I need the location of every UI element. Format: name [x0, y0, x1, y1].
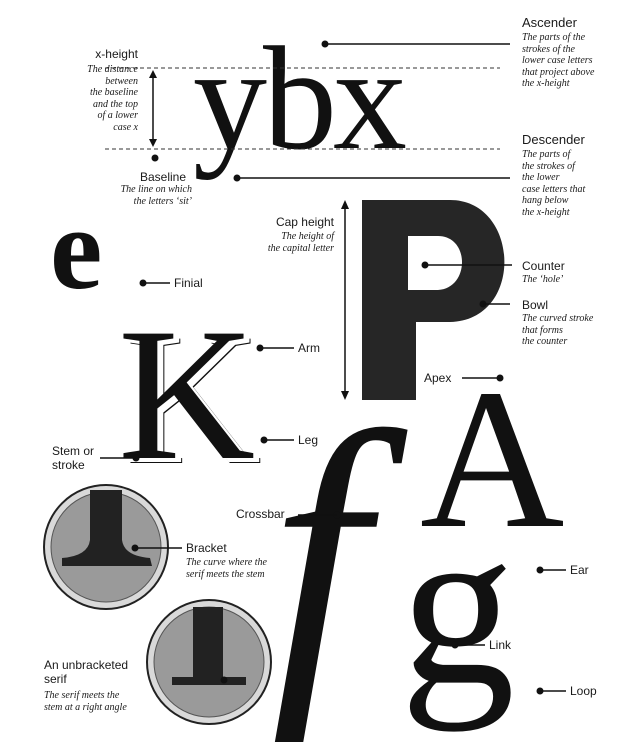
- finial-term: Finial: [174, 276, 203, 290]
- bracket-term: Bracket: [186, 541, 227, 555]
- baseline-desc: The line on which the letters ‘sit’: [120, 184, 192, 207]
- unbracketed-serif-illustration: [146, 599, 272, 725]
- bracket-desc: The curve where the serif meets the stem: [186, 557, 267, 580]
- leg-term: Leg: [298, 433, 319, 447]
- typography-anatomy-diagram: ybx e K A f g Ascender The parts of the …: [0, 0, 635, 742]
- cap-height-term: Cap height: [275, 215, 334, 229]
- unbracketed-serif-term: An unbracketed serif: [44, 658, 129, 686]
- ear-term: Ear: [570, 563, 589, 577]
- apex-term: Apex: [424, 371, 452, 385]
- bowl-desc: The curved stroke that forms the counter: [522, 313, 594, 347]
- x-height-term: x-height: [95, 47, 138, 61]
- bracketed-serif-illustration: [43, 484, 182, 610]
- ascender-desc: The parts of the strokes of the lower ca…: [522, 32, 595, 89]
- baseline-term: Baseline: [140, 170, 187, 184]
- stem-term: Stem or stroke: [52, 444, 95, 472]
- cap-height-desc: The height of the capital letter: [267, 231, 334, 254]
- arm-term: Arm: [298, 341, 320, 355]
- bowl-term: Bowl: [522, 298, 549, 312]
- ascender-term: Ascender: [522, 15, 577, 30]
- x-height-desc: The distance between the baseline and th…: [87, 64, 138, 133]
- counter-desc: The ‘hole’: [522, 274, 564, 285]
- descender-term: Descender: [522, 132, 585, 147]
- descender-desc: The parts of the strokes of the lower ca…: [522, 149, 586, 218]
- glyph-P: [362, 200, 505, 400]
- crossbar-term: Crossbar: [236, 507, 285, 521]
- counter-term: Counter: [522, 259, 565, 273]
- link-term: Link: [489, 638, 512, 652]
- loop-term: Loop: [570, 684, 597, 698]
- unbracketed-serif-desc: The serif meets the stem at a right angl…: [44, 690, 127, 713]
